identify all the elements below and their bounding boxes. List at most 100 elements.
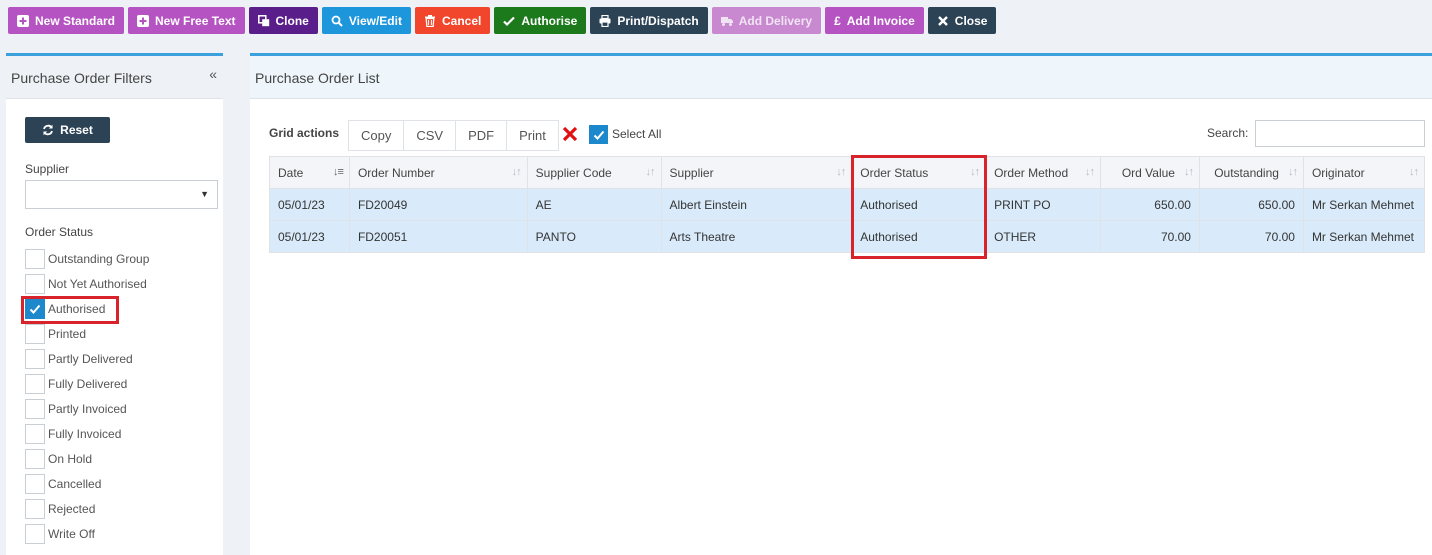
checkbox[interactable]: [25, 323, 45, 344]
list-title: Purchase Order List: [255, 70, 380, 86]
supplier-select[interactable]: ▼: [25, 180, 218, 209]
status-label: Fully Invoiced: [48, 426, 122, 441]
toolbar: New Standard New Free Text Clone View/Ed…: [8, 7, 997, 34]
print-dispatch-button[interactable]: Print/Dispatch: [590, 7, 708, 34]
purchase-order-filters-panel: Purchase Order Filters « Reset Supplier …: [6, 53, 223, 555]
list-header: Purchase Order List: [250, 56, 1432, 99]
column-label: Originator: [1311, 165, 1365, 180]
close-button[interactable]: Close: [927, 7, 997, 34]
checkbox[interactable]: [25, 373, 45, 394]
add-invoice-button[interactable]: £ Add Invoice: [825, 7, 924, 34]
table-header-row: Date ↓≡ Order Number ↓↑ Supplier Code ↓↑ Su…: [269, 156, 1426, 189]
clone-icon: [257, 14, 269, 26]
cell-order-status: Authorised: [851, 220, 987, 253]
check-icon: [503, 16, 516, 26]
print-button[interactable]: Print: [507, 121, 558, 150]
status-partly-invoiced[interactable]: Partly Invoiced: [25, 396, 149, 421]
print-dispatch-label: Print/Dispatch: [617, 13, 699, 28]
cancel-button[interactable]: Cancel: [414, 7, 491, 34]
pound-icon: £: [834, 13, 841, 28]
check-icon: [593, 130, 604, 140]
close-icon: [937, 15, 948, 26]
status-label: Partly Delivered: [48, 351, 133, 366]
status-cancelled[interactable]: Cancelled: [25, 471, 149, 496]
trash-icon: [424, 14, 435, 27]
col-order-number[interactable]: Order Number ↓↑: [348, 156, 528, 189]
grid-actions-group: Copy CSV PDF Print: [348, 120, 559, 151]
view-edit-label: View/Edit: [348, 13, 402, 28]
new-free-text-button[interactable]: New Free Text: [128, 7, 245, 34]
col-order-method[interactable]: Order Method ↓↑: [985, 156, 1102, 189]
col-order-status[interactable]: Order Status ↓↑: [851, 156, 987, 189]
status-on-hold[interactable]: On Hold: [25, 446, 149, 471]
cell-order-method: OTHER: [985, 220, 1102, 253]
status-outstanding-group[interactable]: Outstanding Group: [25, 246, 149, 271]
copy-button[interactable]: Copy: [349, 121, 405, 150]
order-status-list: Outstanding Group Not Yet Authorised Aut…: [25, 246, 149, 546]
collapse-chevron-icon[interactable]: «: [209, 66, 217, 82]
checkbox[interactable]: [25, 448, 45, 469]
clear-selection-x-icon[interactable]: [562, 126, 578, 142]
reset-label: Reset: [60, 123, 93, 137]
order-status-label: Order Status: [25, 225, 94, 239]
filters-header: Purchase Order Filters «: [6, 56, 223, 99]
status-write-off[interactable]: Write Off: [25, 521, 149, 546]
filters-title: Purchase Order Filters: [11, 70, 152, 86]
clone-button[interactable]: Clone: [248, 7, 318, 34]
status-fully-delivered[interactable]: Fully Delivered: [25, 371, 149, 396]
cell-supplier: Albert Einstein: [660, 188, 853, 221]
column-label: Ord Value: [1121, 165, 1175, 180]
status-not-yet-authorised[interactable]: Not Yet Authorised: [25, 271, 149, 296]
status-rejected[interactable]: Rejected: [25, 496, 149, 521]
select-all-checkbox[interactable]: [589, 125, 608, 144]
checkbox[interactable]: [25, 248, 45, 269]
search-input[interactable]: [1255, 120, 1425, 147]
cell-date: 05/01/23: [269, 188, 350, 221]
table-row[interactable]: 05/01/23 FD20049 AE Albert Einstein Auth…: [269, 188, 1426, 221]
add-delivery-button[interactable]: Add Delivery: [711, 7, 822, 34]
status-fully-invoiced[interactable]: Fully Invoiced: [25, 421, 149, 446]
cell-ord-value: 70.00: [1100, 220, 1200, 253]
cell-date: 05/01/23: [269, 220, 350, 253]
authorise-button[interactable]: Authorise: [494, 7, 587, 34]
pdf-button[interactable]: PDF: [456, 121, 508, 150]
cancel-label: Cancel: [441, 13, 482, 28]
close-label: Close: [954, 13, 988, 28]
status-printed[interactable]: Printed: [25, 321, 149, 346]
checkbox[interactable]: [25, 273, 45, 294]
col-ord-value[interactable]: Ord Value ↓↑: [1100, 156, 1200, 189]
table-row[interactable]: 05/01/23 FD20051 PANTO Arts Theatre Auth…: [269, 220, 1426, 253]
checkbox[interactable]: [25, 498, 45, 519]
sort-icon: ↓↑: [836, 166, 846, 178]
cell-order-number: FD20051: [348, 220, 528, 253]
sort-icon: ↓↑: [511, 166, 522, 178]
column-label: Outstanding: [1214, 165, 1279, 180]
select-all-label: Select All: [612, 127, 662, 141]
col-date[interactable]: Date ↓≡: [269, 156, 350, 189]
new-standard-button[interactable]: New Standard: [8, 7, 125, 34]
col-originator[interactable]: Originator ↓↑: [1302, 156, 1426, 189]
csv-button[interactable]: CSV: [404, 121, 457, 150]
status-label: Fully Delivered: [48, 376, 128, 391]
checkbox[interactable]: [25, 523, 45, 544]
checkbox[interactable]: [25, 473, 45, 494]
checkbox[interactable]: [25, 348, 45, 369]
cell-supplier-code: AE: [526, 188, 662, 221]
status-partly-delivered[interactable]: Partly Delivered: [25, 346, 149, 371]
view-edit-button[interactable]: View/Edit: [321, 7, 411, 34]
sort-icon: ↓↑: [1085, 166, 1095, 178]
reset-button[interactable]: Reset: [25, 117, 110, 143]
status-label: Not Yet Authorised: [48, 276, 147, 291]
search-icon: [331, 15, 343, 27]
column-label: Order Status: [860, 165, 929, 180]
col-supplier[interactable]: Supplier ↓↑: [660, 156, 853, 189]
col-supplier-code[interactable]: Supplier Code ↓↑: [526, 156, 662, 189]
authorise-label: Authorise: [521, 13, 578, 28]
checkbox[interactable]: [25, 423, 45, 444]
checkbox[interactable]: [25, 398, 45, 419]
sort-asc-icon: ↓≡: [333, 166, 344, 178]
clone-label: Clone: [275, 13, 309, 28]
printer-icon: [599, 14, 611, 27]
col-outstanding[interactable]: Outstanding ↓↑: [1198, 156, 1304, 189]
status-label: Printed: [48, 326, 87, 341]
